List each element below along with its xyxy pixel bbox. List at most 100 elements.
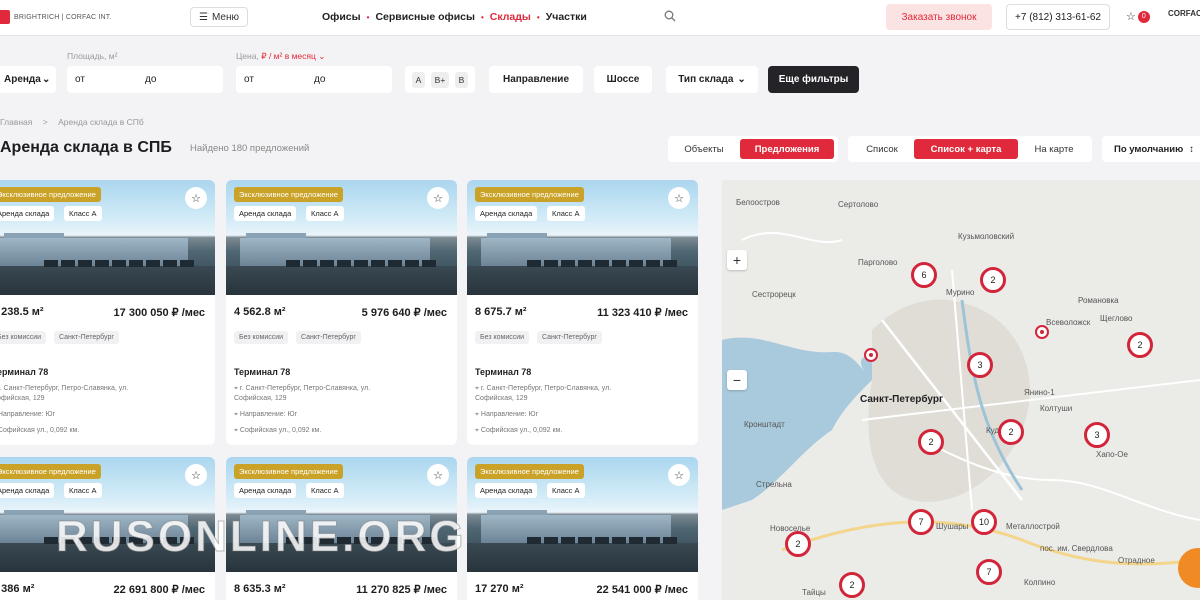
map-label-pargolovo: Парголово — [858, 258, 898, 267]
map-cluster[interactable]: 2 — [839, 572, 865, 598]
favorite-star-icon[interactable]: ☆ — [427, 464, 449, 486]
list-view-tab[interactable]: Список — [852, 139, 912, 159]
truck-shape — [578, 537, 592, 544]
map-cluster[interactable]: 7 — [976, 559, 1002, 585]
listing-card[interactable]: Эксклюзивное предложение ☆ Аренда склада Кл… — [226, 180, 457, 445]
menu-button[interactable]: ☰ Меню — [190, 7, 248, 27]
map-view-tab[interactable]: На карте — [1020, 139, 1088, 159]
nav-offices[interactable]: Офисы — [322, 11, 361, 23]
warehouse-type-select[interactable]: Тип склада ⌄ — [666, 66, 758, 93]
breadcrumb-home[interactable]: Главная — [0, 117, 32, 127]
listing-card[interactable]: Эксклюзивное предложение ☆ Аренда склада Кл… — [0, 180, 215, 445]
map-cluster[interactable]: 6 — [911, 262, 937, 288]
favorite-star-icon[interactable]: ☆ — [668, 464, 690, 486]
listing-address: ⌖ г. Санкт-Петербург, Петро-Славянка, ул… — [0, 384, 152, 404]
truck-shape — [646, 260, 660, 267]
favorites-count-badge: 0 — [1137, 10, 1150, 23]
zoom-out-button[interactable]: − — [727, 370, 747, 390]
map-cluster[interactable]: 2 — [785, 531, 811, 557]
chevron-down-icon: ⌄ — [42, 74, 51, 85]
map-cluster[interactable]: 2 — [1127, 332, 1153, 358]
listing-direction-text: Направление: Юг — [480, 411, 539, 418]
truck-shape — [354, 260, 368, 267]
class-bplus-toggle[interactable]: B+ — [430, 71, 450, 88]
highway-filter-button[interactable]: Шоссе — [594, 66, 652, 93]
listing-name[interactable]: Терминал 78 — [0, 367, 48, 377]
truck-shape — [405, 260, 419, 267]
request-call-button[interactable]: Заказать звонок — [886, 4, 992, 30]
area-range-input[interactable]: от до — [67, 66, 223, 93]
phone-button[interactable]: +7 (812) 313-61-62 — [1006, 4, 1110, 30]
truck-shape — [527, 537, 541, 544]
zoom-in-button[interactable]: + — [727, 250, 747, 270]
map-panel[interactable]: + − Белоостров Сертолово Кузьмоловский П… — [722, 180, 1200, 600]
watermark-text: RUSONLINE.ORG — [56, 512, 467, 562]
listing-name[interactable]: Терминал 78 — [234, 367, 290, 377]
area-filter-label: Площадь, м² — [67, 51, 118, 61]
map-label-shushary: Шушары — [936, 522, 969, 531]
direction-filter-button[interactable]: Направление — [489, 66, 583, 93]
exclusive-badge: Эксклюзивное предложение — [234, 464, 343, 479]
truck-shape — [180, 260, 194, 267]
favorite-star-icon[interactable]: ☆ — [427, 187, 449, 209]
parking-lot-shape — [0, 266, 215, 295]
map-label-yanino: Янино-1 — [1024, 388, 1055, 397]
parking-lot-shape — [226, 266, 457, 295]
sort-select[interactable]: По умолчанию ↕ — [1102, 136, 1200, 162]
map-label-koltushi: Колтуши — [1040, 404, 1073, 413]
listing-road-text: Софийская ул., 0,092 км. — [480, 427, 563, 434]
more-filters-button[interactable]: Еще фильтры — [768, 66, 859, 93]
map-cluster[interactable]: 2 — [980, 267, 1006, 293]
nav-warehouses[interactable]: Склады — [490, 11, 531, 23]
deal-type-tag: Аренда склада — [475, 483, 538, 498]
listing-name[interactable]: Терминал 78 — [475, 367, 531, 377]
map-pin[interactable] — [1035, 325, 1049, 339]
map-cluster[interactable]: 2 — [918, 429, 944, 455]
truck-shape — [163, 260, 177, 267]
site-logo[interactable]: BRIGHTRICH | CORFAC INT. — [0, 10, 112, 24]
offers-tab[interactable]: Предложения — [740, 139, 834, 159]
list-map-view-tab[interactable]: Список + карта — [914, 139, 1018, 159]
results-count: Найдено 180 предложений — [190, 143, 310, 154]
sort-label: По умолчанию — [1114, 143, 1184, 155]
breadcrumb-separator: > — [42, 117, 48, 127]
class-tag: Класс А — [64, 483, 102, 498]
truck-shape — [544, 260, 558, 267]
listing-direction-text: Направление: Юг — [0, 411, 56, 418]
truck-shape — [612, 260, 626, 267]
price-range-input[interactable]: от до — [236, 66, 392, 93]
class-a-toggle[interactable]: A — [411, 71, 426, 88]
favorites-button[interactable]: ☆ 0 — [1126, 10, 1150, 23]
search-icon[interactable] — [664, 10, 676, 22]
price-from-placeholder: от — [244, 74, 254, 85]
parking-lot-shape — [467, 266, 698, 295]
nav-service-offices[interactable]: Сервисные офисы — [375, 11, 475, 23]
truck-shape — [129, 260, 143, 267]
map-cluster[interactable]: 10 — [971, 509, 997, 535]
class-tag: Класс А — [306, 206, 344, 221]
favorite-star-icon[interactable]: ☆ — [668, 187, 690, 209]
map-cluster[interactable]: 3 — [1084, 422, 1110, 448]
deal-type-tag: Аренда склада — [234, 483, 297, 498]
nav-land[interactable]: Участки — [546, 11, 587, 23]
no-commission-tag: Без комиссии — [0, 331, 47, 344]
breadcrumb-current: Аренда склада в СПб — [58, 117, 144, 127]
listing-card[interactable]: Эксклюзивное предложение ☆ Аренда склада Кл… — [467, 457, 698, 600]
map-cluster[interactable]: 3 — [967, 352, 993, 378]
map-label-taitsy: Тайцы — [802, 588, 826, 597]
price-unit-dropdown[interactable]: ₽ / м² в месяц — [261, 51, 316, 61]
listing-area: 3 238.5 м² — [0, 306, 44, 318]
sort-arrow-icon: ↕ — [1189, 143, 1194, 155]
favorite-star-icon[interactable]: ☆ — [185, 187, 207, 209]
map-pin[interactable] — [864, 348, 878, 362]
map-cluster[interactable]: 7 — [908, 509, 934, 535]
favorite-star-icon[interactable]: ☆ — [185, 464, 207, 486]
price-label-text: Цена, — [236, 51, 259, 61]
deal-type-select[interactable]: Аренда ⌄ — [0, 66, 56, 93]
listing-card[interactable]: Эксклюзивное предложение ☆ Аренда склада Кл… — [467, 180, 698, 445]
map-cluster[interactable]: 2 — [998, 419, 1024, 445]
deal-type-tag: Аренда склада — [234, 206, 297, 221]
truck-shape — [422, 260, 436, 267]
class-b-toggle[interactable]: B — [454, 71, 469, 88]
objects-tab[interactable]: Объекты — [670, 139, 738, 159]
